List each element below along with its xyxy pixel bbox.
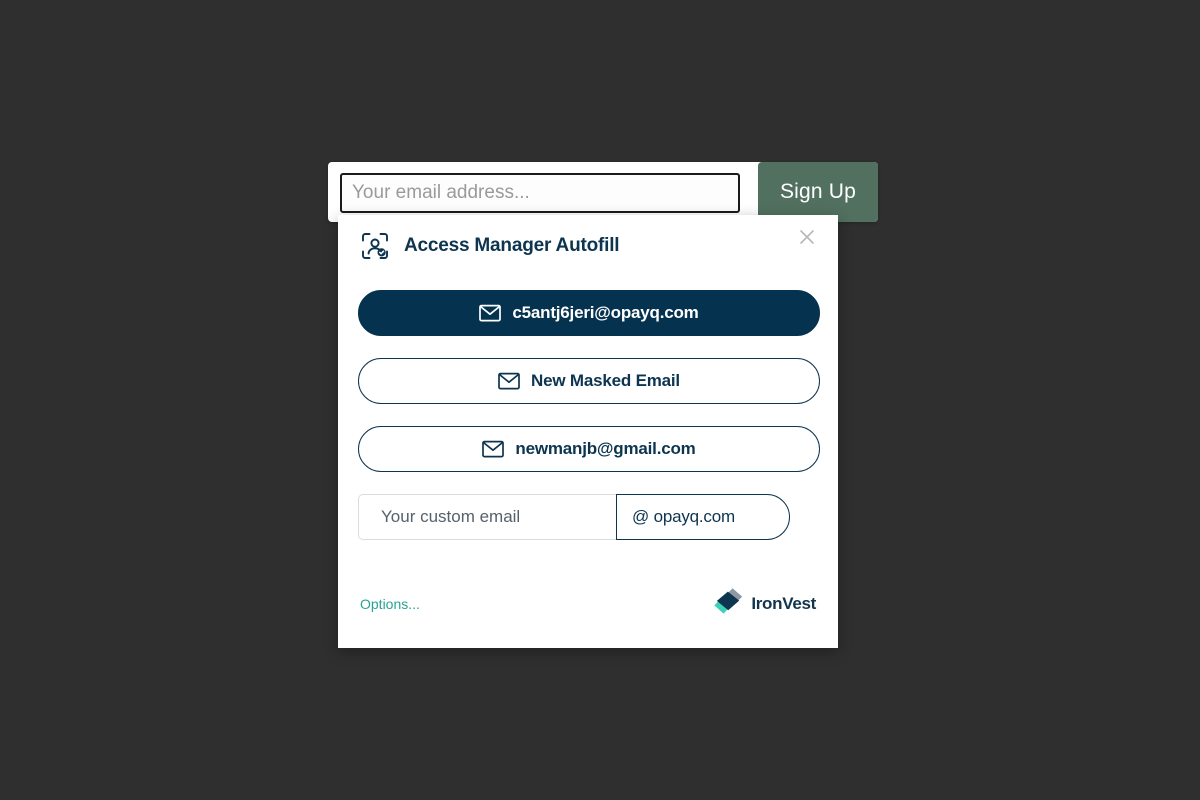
domain-select[interactable]: @ opayq.com [616,494,790,540]
custom-email-input[interactable] [358,494,616,540]
autofill-panel: Access Manager Autofill c5antj6jeri@opay… [338,215,838,648]
identity-scan-verified-icon [360,231,390,261]
email-option-list: c5antj6jeri@opayq.com New Masked Email n… [358,290,820,472]
panel-title: Access Manager Autofill [404,235,620,256]
brand-name: IronVest [751,593,816,613]
envelope-icon [498,372,520,390]
masked-email-option-button[interactable]: c5antj6jeri@opayq.com [358,290,820,336]
new-masked-email-button[interactable]: New Masked Email [358,358,820,404]
sign-up-button[interactable]: Sign Up [758,162,878,222]
close-button[interactable] [794,224,820,250]
panel-header: Access Manager Autofill [358,215,818,277]
brand: IronVest [712,586,816,621]
envelope-icon [482,440,505,458]
email-input[interactable] [340,173,740,213]
close-icon [800,230,814,244]
option-label: c5antj6jeri@opayq.com [512,303,699,322]
option-label: New Masked Email [531,371,680,390]
ironvest-diamond-logo-icon [712,586,744,621]
real-email-option-button[interactable]: newmanjb@gmail.com [358,426,820,472]
panel-footer: Options... IronVest [358,586,818,621]
options-link[interactable]: Options... [358,596,420,612]
envelope-icon [479,304,502,322]
custom-email-row: @ opayq.com [358,494,790,540]
option-label: newmanjb@gmail.com [515,439,696,458]
